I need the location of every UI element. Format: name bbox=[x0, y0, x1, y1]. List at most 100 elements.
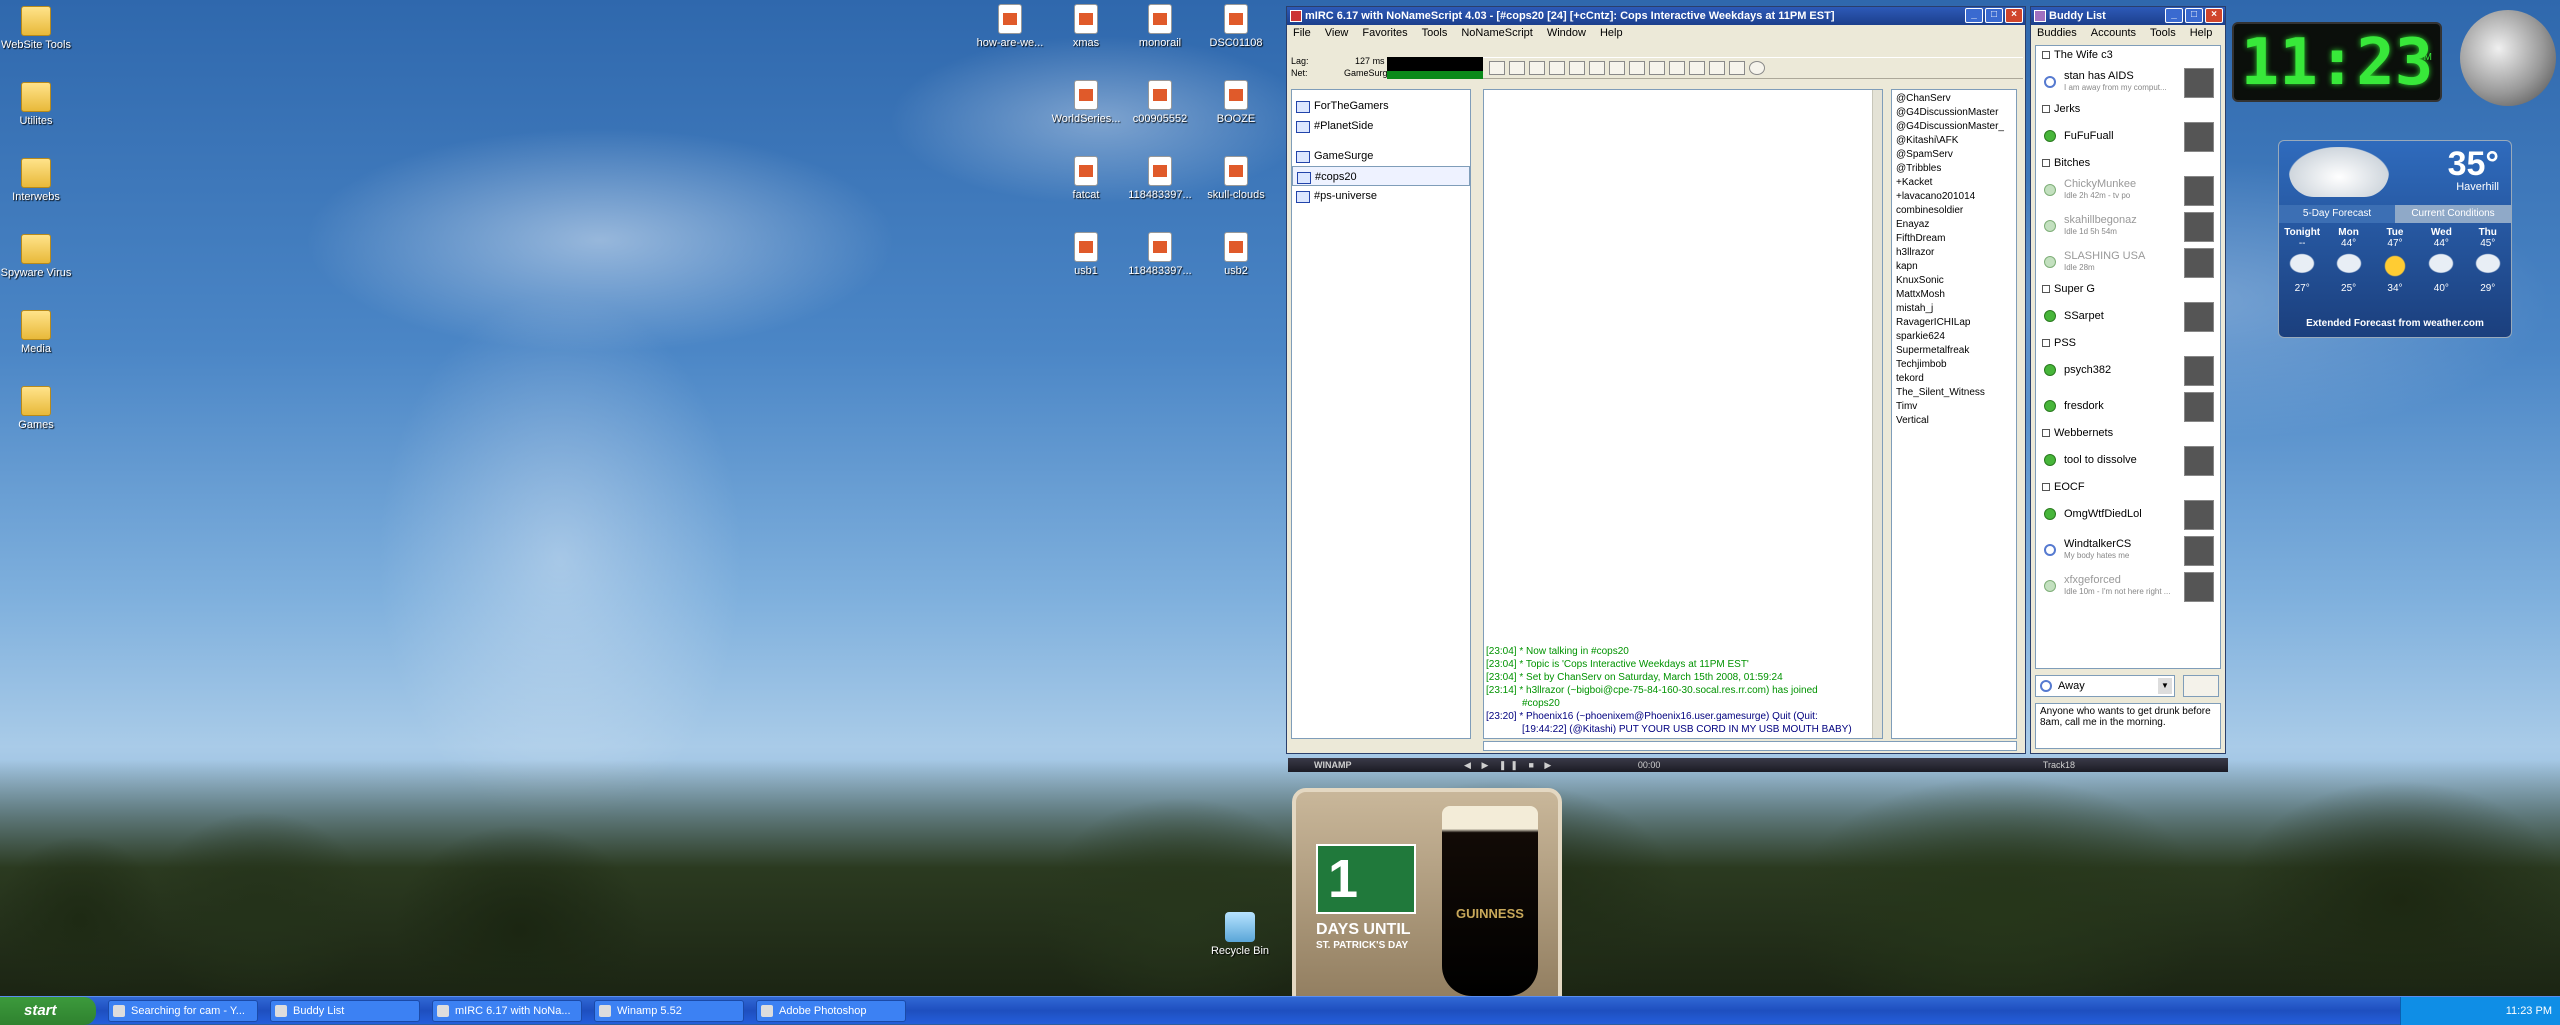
desktop-icon-pdf[interactable]: c00905552 bbox=[1124, 80, 1196, 125]
nick-list-item[interactable]: @Tribbles bbox=[1896, 162, 2012, 176]
toolbar-button[interactable] bbox=[1569, 61, 1585, 75]
buddy-group-header[interactable]: The Wife c3 bbox=[2036, 46, 2220, 64]
nick-list-item[interactable]: Supermetalfreak bbox=[1896, 344, 2012, 358]
smiley-button[interactable] bbox=[2183, 675, 2219, 697]
close-button[interactable]: × bbox=[2005, 8, 2023, 23]
nick-list-item[interactable]: @ChanServ bbox=[1896, 92, 2012, 106]
buddy-row[interactable]: psych382 bbox=[2036, 352, 2220, 388]
collapse-icon[interactable] bbox=[2042, 483, 2050, 491]
maximize-button[interactable]: □ bbox=[1985, 8, 2003, 23]
task-photoshop[interactable]: Adobe Photoshop bbox=[756, 1000, 906, 1022]
menu-favorites[interactable]: Favorites bbox=[1362, 25, 1407, 41]
tab-current-conditions[interactable]: Current Conditions bbox=[2395, 205, 2511, 223]
nick-list-item[interactable]: +Kacket bbox=[1896, 176, 2012, 190]
desktop-icon-games[interactable]: Games bbox=[0, 386, 72, 431]
menu-tools[interactable]: Tools bbox=[1422, 25, 1448, 41]
nick-list-item[interactable]: Techjimbob bbox=[1896, 358, 2012, 372]
chevron-down-icon[interactable]: ▼ bbox=[2158, 678, 2172, 694]
menu-help[interactable]: Help bbox=[1600, 25, 1623, 41]
menu-nonamescript[interactable]: NoNameScript bbox=[1461, 25, 1533, 41]
nick-list-item[interactable]: @Kitashi\AFK bbox=[1896, 134, 2012, 148]
buddy-group-header[interactable]: Webbernets bbox=[2036, 424, 2220, 442]
close-button[interactable]: × bbox=[2205, 8, 2223, 23]
toolbar-button[interactable] bbox=[1689, 61, 1705, 75]
nick-list-item[interactable]: RavagerICHILap bbox=[1896, 316, 2012, 330]
toolbar-button[interactable] bbox=[1529, 61, 1545, 75]
minimize-button[interactable]: _ bbox=[2165, 8, 2183, 23]
buddy-row[interactable]: WindtalkerCS My body hates me bbox=[2036, 532, 2220, 568]
chat-scrollbar[interactable] bbox=[1872, 90, 1882, 738]
nick-list-item[interactable]: kapn bbox=[1896, 260, 2012, 274]
toolbar-button[interactable] bbox=[1509, 61, 1525, 75]
nick-list-item[interactable]: KnuxSonic bbox=[1896, 274, 2012, 288]
buddy-group-header[interactable]: Super G bbox=[2036, 280, 2220, 298]
buddy-row[interactable]: FuFuFuall bbox=[2036, 118, 2220, 154]
buddy-row[interactable]: ChickyMunkee Idle 2h 42m - tv po bbox=[2036, 172, 2220, 208]
nick-list-item[interactable]: Vertical bbox=[1896, 414, 2012, 428]
toolbar-button[interactable] bbox=[1589, 61, 1605, 75]
tree-item-channel[interactable]: #ps-universe bbox=[1292, 186, 1470, 206]
buddy-row[interactable]: fresdork bbox=[2036, 388, 2220, 424]
nick-list-item[interactable]: Enayaz bbox=[1896, 218, 2012, 232]
mirc-titlebar[interactable]: mIRC 6.17 with NoNameScript 4.03 - [#cop… bbox=[1287, 7, 2025, 25]
desktop-icon-file[interactable]: skull-clouds bbox=[1200, 156, 1272, 201]
winamp-controls[interactable]: ◀ ▶ ❚❚ ■ ▶ bbox=[1464, 760, 1555, 770]
toolbar-button[interactable] bbox=[1709, 61, 1725, 75]
collapse-icon[interactable] bbox=[2042, 105, 2050, 113]
collapse-icon[interactable] bbox=[2042, 285, 2050, 293]
buddy-row[interactable]: SSarpet bbox=[2036, 298, 2220, 334]
buddy-group-header[interactable]: PSS bbox=[2036, 334, 2220, 352]
weather-footer-link[interactable]: Extended Forecast from weather.com bbox=[2279, 318, 2511, 329]
desktop-icon-file[interactable]: WorldSeries... bbox=[1050, 80, 1122, 125]
desktop-icon-file[interactable]: DSC01108 bbox=[1200, 4, 1272, 49]
task-mirc[interactable]: mIRC 6.17 with NoNa... bbox=[432, 1000, 582, 1022]
desktop-icon-media[interactable]: Media bbox=[0, 310, 72, 355]
collapse-icon[interactable] bbox=[2042, 339, 2050, 347]
menu-tools[interactable]: Tools bbox=[2150, 25, 2176, 41]
nick-list-item[interactable]: MattxMosh bbox=[1896, 288, 2012, 302]
nick-list-item[interactable]: The_Silent_Witness bbox=[1896, 386, 2012, 400]
desktop-icon-interwebs[interactable]: Interwebs bbox=[0, 158, 72, 203]
nick-list-item[interactable]: combinesoldier bbox=[1896, 204, 2012, 218]
menu-file[interactable]: File bbox=[1293, 25, 1311, 41]
desktop-icon-website-tools[interactable]: WebSite Tools bbox=[0, 6, 72, 51]
toolbar-button[interactable] bbox=[1609, 61, 1625, 75]
nick-list-item[interactable]: @SpamServ bbox=[1896, 148, 2012, 162]
desktop-icon-file[interactable]: BOOZE bbox=[1200, 80, 1272, 125]
desktop-icon-file[interactable]: xmas bbox=[1050, 4, 1122, 49]
task-firefox[interactable]: Searching for cam - Y... bbox=[108, 1000, 258, 1022]
menu-accounts[interactable]: Accounts bbox=[2091, 25, 2136, 41]
nick-list-item[interactable]: h3llrazor bbox=[1896, 246, 2012, 260]
desktop-icon-recycle-bin[interactable]: Recycle Bin bbox=[1204, 912, 1276, 957]
task-buddy-list[interactable]: Buddy List bbox=[270, 1000, 420, 1022]
status-selector[interactable]: Away ▼ bbox=[2035, 675, 2175, 697]
nick-list-item[interactable]: @G4DiscussionMaster bbox=[1896, 106, 2012, 120]
desktop-icon-file[interactable]: 118483397... bbox=[1124, 156, 1196, 201]
buddy-group-header[interactable]: Bitches bbox=[2036, 154, 2220, 172]
menu-buddies[interactable]: Buddies bbox=[2037, 25, 2077, 41]
task-winamp[interactable]: Winamp 5.52 bbox=[594, 1000, 744, 1022]
collapse-icon[interactable] bbox=[2042, 429, 2050, 437]
nick-list-item[interactable]: @G4DiscussionMaster_ bbox=[1896, 120, 2012, 134]
menu-window[interactable]: Window bbox=[1547, 25, 1586, 41]
tray-clock[interactable]: 11:23 PM bbox=[2506, 1005, 2552, 1017]
tree-item-server[interactable]: GameSurge bbox=[1292, 146, 1470, 166]
buddy-row[interactable]: stan has AIDS I am away from my comput... bbox=[2036, 64, 2220, 100]
toolbar-button[interactable] bbox=[1669, 61, 1685, 75]
collapse-icon[interactable] bbox=[2042, 159, 2050, 167]
buddy-row[interactable]: skahillbegonaz Idle 1d 5h 54m bbox=[2036, 208, 2220, 244]
toolbar-button[interactable] bbox=[1729, 61, 1745, 75]
chat-input[interactable] bbox=[1483, 741, 2017, 751]
status-message[interactable]: Anyone who wants to get drunk before 8am… bbox=[2035, 703, 2221, 749]
buddy-row[interactable]: tool to dissolve bbox=[2036, 442, 2220, 478]
maximize-button[interactable]: □ bbox=[2185, 8, 2203, 23]
menu-help[interactable]: Help bbox=[2190, 25, 2213, 41]
desktop-icon-file[interactable]: 118483397... bbox=[1124, 232, 1196, 277]
toolbar-button[interactable] bbox=[1629, 61, 1645, 75]
tree-item-channel[interactable]: #PlanetSide bbox=[1292, 116, 1470, 136]
desktop-icon-file[interactable]: usb1 bbox=[1050, 232, 1122, 277]
desktop-icon-file[interactable]: usb2 bbox=[1200, 232, 1272, 277]
nick-list-item[interactable]: tekord bbox=[1896, 372, 2012, 386]
nick-list-item[interactable]: +lavacano201014 bbox=[1896, 190, 2012, 204]
nick-list-item[interactable]: FifthDream bbox=[1896, 232, 2012, 246]
